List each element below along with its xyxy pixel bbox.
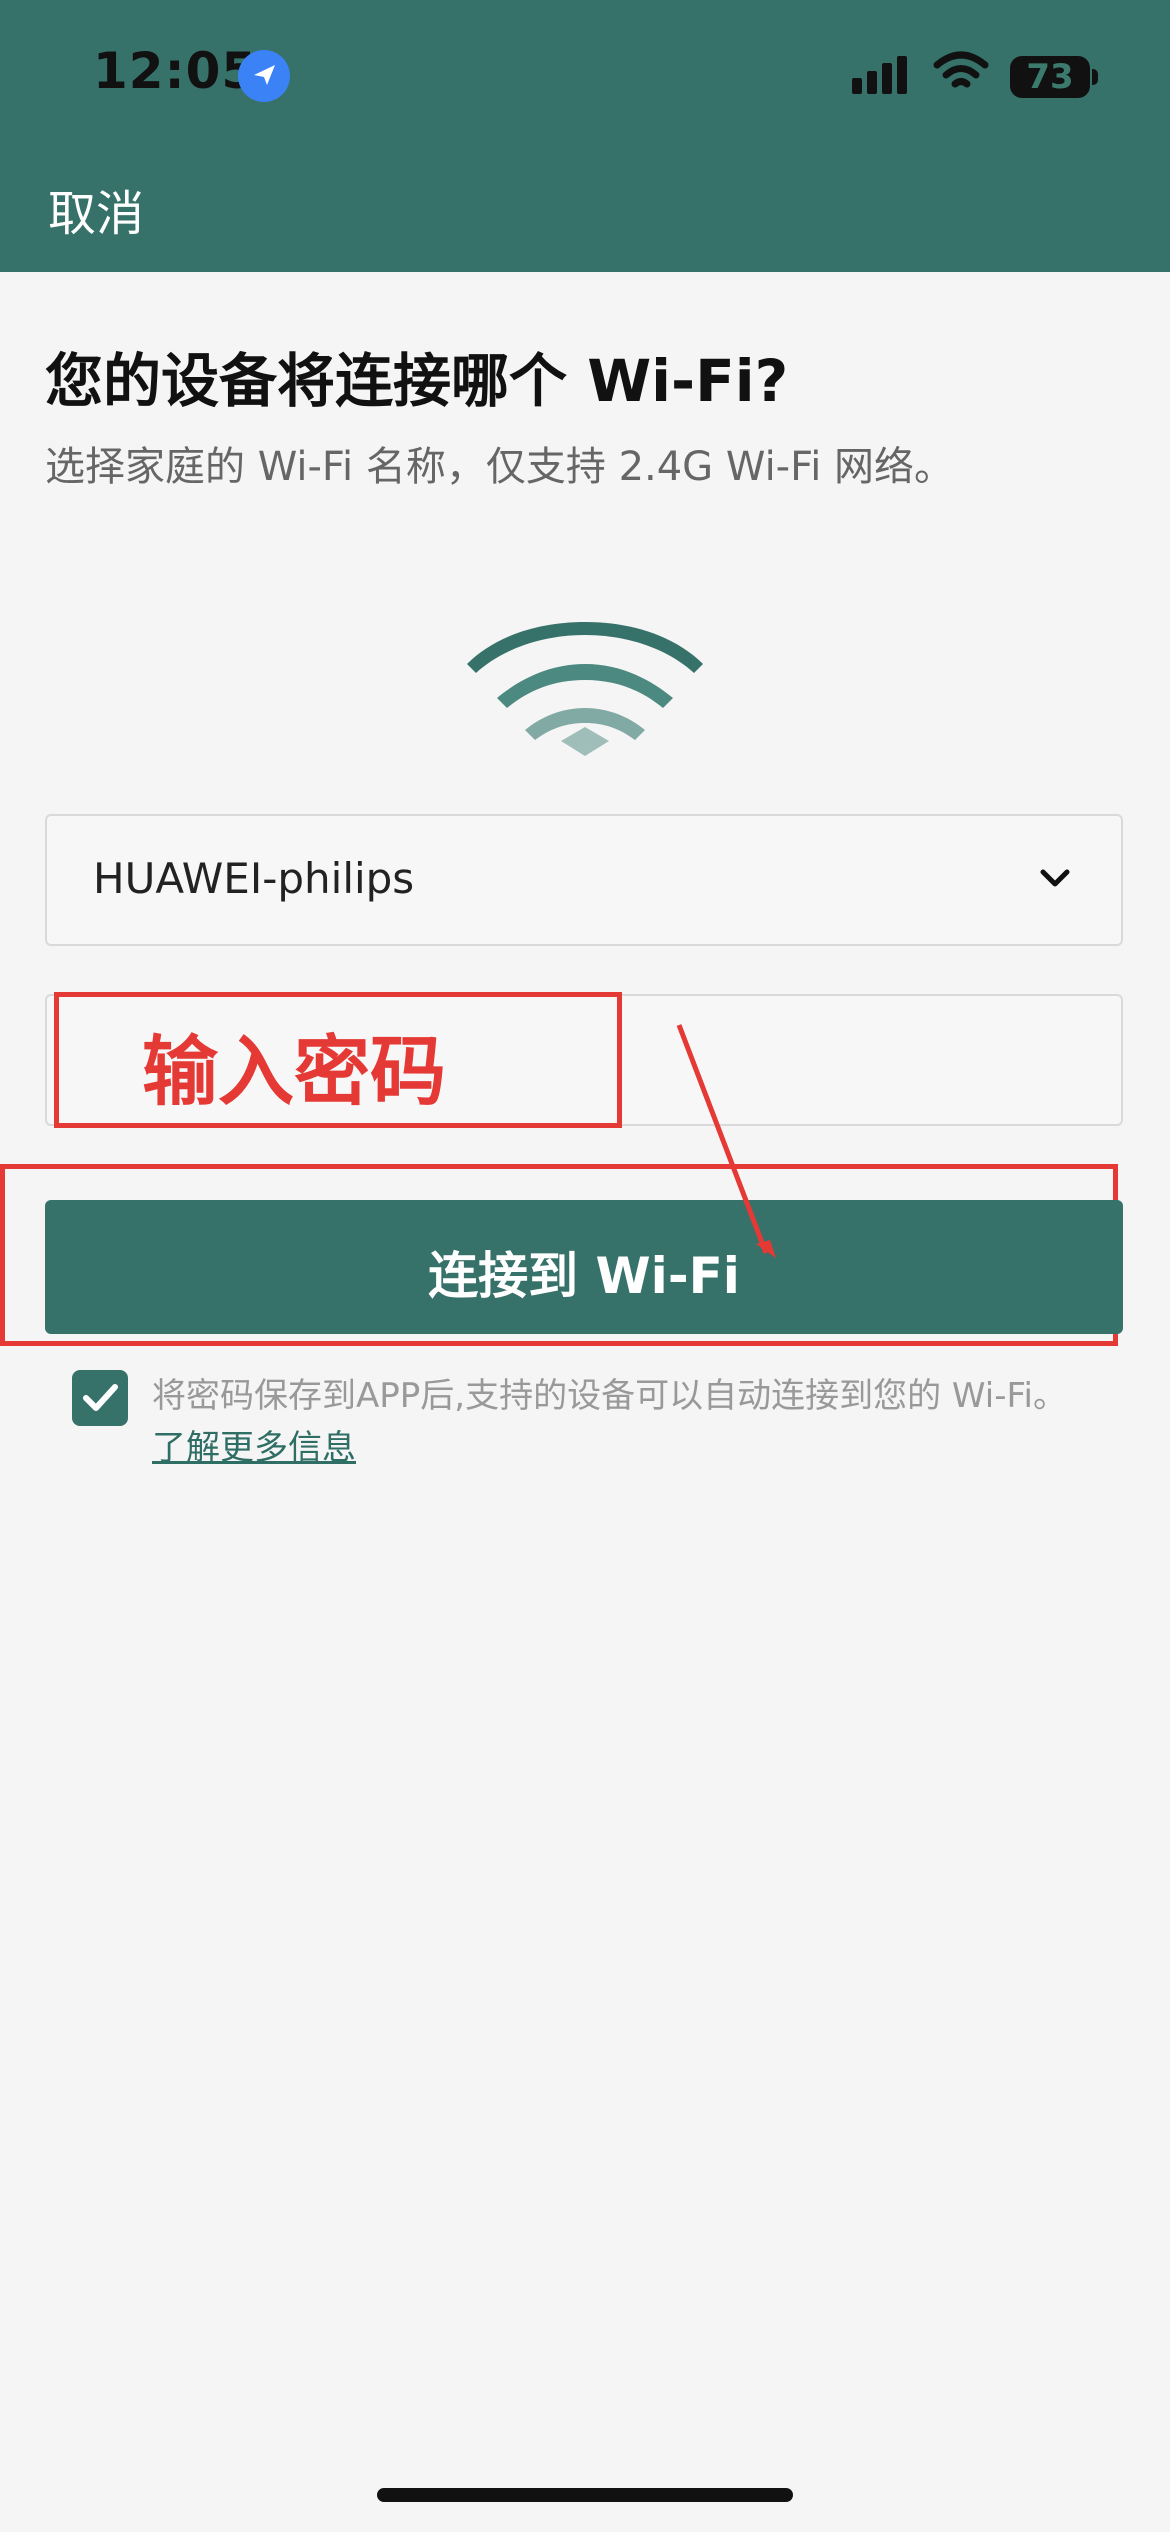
cancel-button[interactable]: 取消 (48, 174, 144, 244)
location-icon (238, 50, 290, 102)
status-time: 12:05 (93, 42, 258, 100)
password-annotation-label: 输入密码 (142, 1027, 446, 1116)
home-indicator (377, 2488, 793, 2502)
wifi-network-name: HUAWEI-philips (93, 854, 415, 903)
page-title: 您的设备将连接哪个 Wi-Fi? (45, 347, 789, 415)
checkmark-icon (83, 1384, 118, 1411)
connect-wifi-button[interactable]: 连接到 Wi-Fi (45, 1200, 1123, 1334)
connect-button-label: 连接到 Wi-Fi (428, 1247, 740, 1305)
chevron-down-icon (1040, 869, 1070, 887)
wifi-network-select[interactable]: HUAWEI-philips (45, 814, 1123, 946)
wifi-icon (933, 51, 989, 88)
save-password-note-text: 将密码保存到APP后,支持的设备可以自动连接到您的 Wi-Fi。 (152, 1376, 1067, 1416)
learn-more-link[interactable]: 了解更多信息 (152, 1428, 356, 1468)
signal-icon (852, 56, 907, 94)
header-bar: 12:05 73 取消 (0, 0, 1170, 272)
save-password-checkbox[interactable] (72, 1370, 128, 1426)
wifi-illustration-icon (467, 622, 703, 756)
save-password-note: 将密码保存到APP后,支持的设备可以自动连接到您的 Wi-Fi。了解更多信息 (152, 1370, 1082, 1474)
battery-icon: 73 (1010, 56, 1098, 98)
page-subtitle: 选择家庭的 Wi-Fi 名称，仅支持 2.4G Wi-Fi 网络。 (45, 444, 955, 490)
